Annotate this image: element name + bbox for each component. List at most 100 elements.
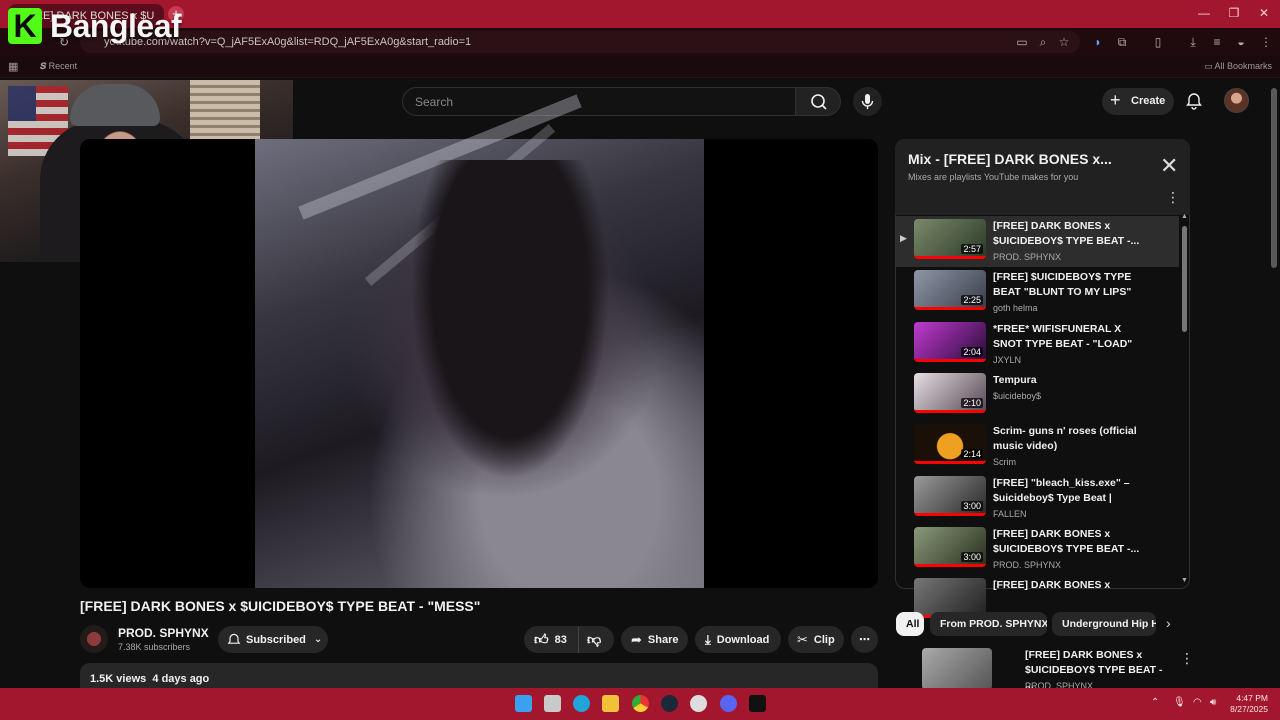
- bookmark-star-icon[interactable]: ☆: [1056, 35, 1072, 49]
- clip-button[interactable]: ✂ Clip: [788, 626, 844, 653]
- thumbs-up-icon: 👍︎: [534, 631, 549, 647]
- playlist-thumbnail: 3:00: [914, 475, 986, 516]
- taskbar-clock[interactable]: 4:47 PM 8/27/2025: [1226, 693, 1268, 715]
- stream-logo: K Bangleaf: [8, 6, 182, 46]
- chrome-icon[interactable]: [632, 695, 649, 712]
- page-scrollbar[interactable]: [1271, 88, 1277, 268]
- playlist-title[interactable]: Mix - [FREE] DARK BONES x...: [908, 151, 1112, 167]
- scroll-up-icon[interactable]: ▲: [1181, 213, 1188, 220]
- user-avatar[interactable]: [1224, 88, 1249, 113]
- url-bar[interactable]: youtube.com/watch?v=Q_jAF5ExA0g&list=RDQ…: [80, 31, 1080, 53]
- voice-search-button[interactable]: [853, 87, 882, 116]
- playlist-item-channel: Scrim: [993, 457, 1016, 468]
- close-window-icon[interactable]: ✕: [1254, 6, 1274, 20]
- upload-date: 4 days ago: [152, 673, 210, 685]
- download-label: Download: [716, 633, 770, 646]
- recent-icon: 𝑺: [40, 61, 47, 71]
- playlist-item-title: [FREE] $UICIDEBOY$ TYPE BEAT "BLUNT TO M…: [993, 271, 1132, 299]
- subscribed-button[interactable]: Subscribed ⌄: [218, 626, 328, 653]
- file-explorer-icon[interactable]: [602, 695, 619, 712]
- like-count: 83: [554, 633, 567, 646]
- close-playlist-icon[interactable]: ✕: [1160, 155, 1178, 177]
- discord-icon[interactable]: [720, 695, 737, 712]
- volume-icon[interactable]: 🔊︎: [1210, 697, 1216, 708]
- window-blind: [190, 80, 260, 140]
- all-bookmarks[interactable]: ▭ All Bookmarks: [1204, 61, 1272, 72]
- steam-icon[interactable]: [661, 695, 678, 712]
- subscribed-label: Subscribed: [246, 633, 306, 646]
- playlist-thumbnail: 2:14: [914, 424, 986, 465]
- playlist-item-title: Scrim- guns n' roses (official music vid…: [993, 425, 1137, 453]
- scroll-down-icon[interactable]: ▼: [1181, 577, 1188, 584]
- minimize-icon[interactable]: —: [1194, 6, 1214, 20]
- plus-icon: +: [1110, 90, 1121, 110]
- clock-time: 4:47 PM: [1236, 693, 1268, 703]
- playlist-item[interactable]: 2:14 Scrim- guns n' roses (official music…: [896, 421, 1179, 472]
- maximize-icon[interactable]: ❐: [1224, 6, 1244, 20]
- search-button[interactable]: [795, 87, 841, 116]
- playlist-item-channel: PROD. SPHYNX: [993, 559, 1062, 570]
- playlist-item-channel: $uicideboy$: [993, 390, 1042, 401]
- task-view-icon[interactable]: [544, 695, 561, 712]
- clock-date: 8/27/2025: [1230, 704, 1268, 714]
- channel-name[interactable]: PROD. SPHYNX: [118, 626, 209, 640]
- dislike-button[interactable]: 👎︎: [578, 626, 614, 653]
- playlist-item[interactable]: 2:04 *FREE* WIFISFUNERAL X SNOT TYPE BEAT…: [896, 319, 1179, 370]
- edge-icon[interactable]: [573, 695, 590, 712]
- playlist-item[interactable]: 2:25 [FREE] $UICIDEBOY$ TYPE BEAT "BLUNT …: [896, 267, 1179, 318]
- extension-icon[interactable]: ◗: [1090, 35, 1106, 49]
- apps-grid-icon[interactable]: ▦: [8, 60, 18, 73]
- all-bookmarks-label: All Bookmarks: [1214, 61, 1273, 71]
- share-button[interactable]: ➦ Share: [621, 626, 688, 653]
- recommendation-thumbnail[interactable]: [922, 648, 992, 690]
- sidepanel-icon[interactable]: ▯: [1150, 35, 1166, 49]
- share-icon: ➦: [631, 631, 642, 647]
- chip-underground-hip-hop[interactable]: Underground Hip Ho: [1052, 612, 1156, 636]
- video-duration: 2:10: [961, 397, 983, 408]
- wifi-icon[interactable]: ◠: [1193, 697, 1202, 708]
- recommendation-more-icon[interactable]: ⋮: [1180, 650, 1194, 667]
- playlist-item[interactable]: 2:10 Tempura $uicideboy$: [896, 370, 1179, 421]
- video-frame-figure: [410, 160, 610, 480]
- bookmark-recent[interactable]: 𝑺 Recent: [40, 61, 77, 72]
- download-icon[interactable]: ⤓: [1185, 35, 1201, 50]
- notifications-bell-icon[interactable]: [1184, 91, 1204, 111]
- clip-label: Clip: [813, 633, 835, 646]
- bell-icon: [227, 633, 241, 644]
- search-placeholder: Search: [415, 95, 454, 109]
- download-button[interactable]: ⤓ Download: [695, 626, 781, 653]
- create-label: Create: [1131, 95, 1166, 107]
- view-count: 1.5K views: [90, 673, 147, 685]
- profile-icon[interactable]: ◒: [1233, 35, 1249, 49]
- media-icon[interactable]: ≡: [1209, 35, 1225, 49]
- search-input[interactable]: Search: [402, 87, 796, 116]
- playlist-subtitle: Mixes are playlists YouTube makes for yo…: [908, 172, 1079, 182]
- cast-icon[interactable]: ▭: [1014, 35, 1030, 49]
- like-button[interactable]: 👍︎ 83: [524, 626, 578, 653]
- logo-text: Bangleaf: [50, 7, 182, 44]
- playlist-item[interactable]: 3:00 [FREE] DARK BONES x $UICIDEBOY$ TYPE…: [896, 524, 1179, 575]
- tray-chevron-icon[interactable]: ⌃: [1151, 697, 1159, 708]
- playlist-thumbnail: 2:04: [914, 321, 986, 362]
- playlist-scrollbar[interactable]: [1182, 226, 1187, 332]
- playlist-item-channel: goth helma: [993, 303, 1038, 314]
- chip-from-channel[interactable]: From PROD. SPHYNX: [930, 612, 1047, 636]
- playlist-more-icon[interactable]: ⋮: [1166, 189, 1180, 206]
- obs-icon[interactable]: [690, 695, 707, 712]
- chip-all[interactable]: All: [896, 612, 924, 636]
- playlist-thumbnail: 2:57: [914, 219, 986, 259]
- chip-label: Underground Hip Ho: [1062, 618, 1156, 630]
- start-icon[interactable]: [515, 695, 532, 712]
- playlist-item[interactable]: ▶ 2:57 [FREE] DARK BONES x $UICIDEBOY$ TYP…: [896, 216, 1179, 267]
- playlist-item-title: [FREE] DARK BONES x $UICIDEBOY$ TYPE BEA…: [993, 220, 1140, 247]
- chevron-right-icon[interactable]: ›: [1166, 615, 1171, 631]
- tray-mic-icon[interactable]: 🎙︎: [1173, 697, 1186, 708]
- zoom-icon[interactable]: ⌕: [1035, 35, 1051, 50]
- extensions-puzzle-icon[interactable]: ⧉: [1114, 35, 1130, 50]
- streamer-hat: [70, 84, 160, 126]
- channel-avatar[interactable]: [80, 625, 108, 653]
- app-icon[interactable]: [749, 695, 766, 712]
- playlist-item[interactable]: 3:00 [FREE] "bleach_kiss.exe" – $uicidebo…: [896, 473, 1179, 524]
- menu-dots-icon[interactable]: ⋮: [1258, 35, 1274, 49]
- more-actions-button[interactable]: ⋯: [851, 626, 878, 653]
